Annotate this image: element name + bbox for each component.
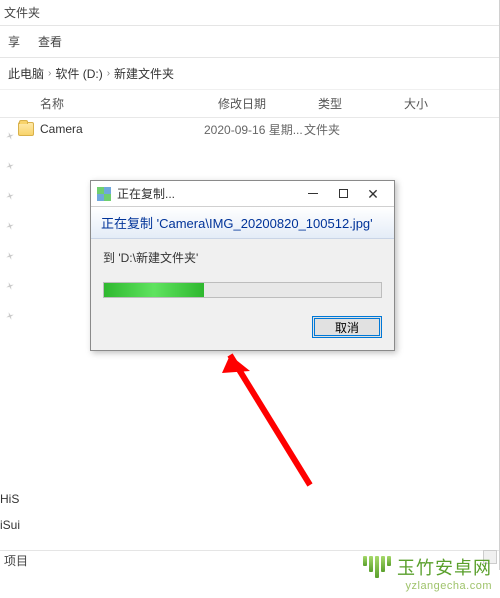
file-date: 2020-09-16 星期... [204, 121, 304, 138]
app-icon [97, 187, 111, 201]
column-headers: 名称 修改日期 类型 大小 [0, 90, 500, 118]
close-button[interactable]: ✕ [358, 184, 388, 204]
maximize-button[interactable] [328, 184, 358, 204]
col-type[interactable]: 类型 [310, 95, 396, 112]
pin-icon [5, 221, 15, 231]
crumb-drive[interactable]: 软件 (D:) [55, 65, 102, 82]
close-icon: ✕ [367, 187, 379, 201]
pin-icon [5, 191, 15, 201]
watermark-url: yzlangecha.com [363, 580, 492, 592]
maximize-icon [339, 189, 348, 198]
minimize-button[interactable] [298, 184, 328, 204]
table-row[interactable]: Camera 2020-09-16 星期... 文件夹 [0, 118, 500, 140]
watermark: 玉竹安卓网 yzlangecha.com [363, 554, 492, 592]
side-label-a[interactable]: HiS [0, 486, 20, 512]
progress-fill [104, 283, 204, 297]
quick-access-pins [6, 132, 14, 320]
sidebar-labels: HiS iSui [0, 486, 20, 538]
tab-share[interactable]: 享 [8, 33, 20, 50]
copy-destination: 到 'D:\新建文件夹' [103, 249, 382, 266]
chevron-right-icon: › [107, 68, 110, 79]
pin-icon [5, 251, 15, 261]
pin-icon [5, 161, 15, 171]
copy-header-file: 'Camera\IMG_20200820_100512.jpg' [157, 216, 373, 231]
cancel-button[interactable]: 取消 [312, 316, 382, 338]
col-size[interactable]: 大小 [396, 95, 456, 112]
watermark-icon [363, 556, 391, 578]
dialog-body: 正在复制 'Camera\IMG_20200820_100512.jpg' 到 … [91, 207, 394, 350]
dialog-titlebar[interactable]: 正在复制... ✕ [91, 181, 394, 207]
file-list: Camera 2020-09-16 星期... 文件夹 [0, 118, 500, 140]
pin-icon [5, 131, 15, 141]
dialog-title: 正在复制... [117, 185, 298, 202]
file-name: Camera [40, 122, 204, 136]
folder-icon [18, 122, 34, 136]
status-items: 项目 [4, 552, 28, 569]
copy-header: 正在复制 'Camera\IMG_20200820_100512.jpg' [91, 207, 394, 239]
breadcrumb[interactable]: 此电脑 › 软件 (D:) › 新建文件夹 [0, 58, 500, 90]
copy-header-prefix: 正在复制 [101, 216, 157, 231]
crumb-folder[interactable]: 新建文件夹 [114, 65, 174, 82]
col-date[interactable]: 修改日期 [210, 95, 310, 112]
progress-bar [103, 282, 382, 298]
minimize-icon [308, 193, 318, 194]
crumb-root[interactable]: 此电脑 [8, 65, 44, 82]
ribbon-tabs: 享 查看 [0, 26, 500, 58]
ribbon-title: 文件夹 [0, 4, 40, 21]
tab-view[interactable]: 查看 [38, 33, 62, 50]
pin-icon [5, 281, 15, 291]
ribbon-top: 文件夹 [0, 0, 500, 26]
pin-icon [5, 311, 15, 321]
copy-dialog: 正在复制... ✕ 正在复制 'Camera\IMG_20200820_1005… [90, 180, 395, 351]
watermark-brand: 玉竹安卓网 [397, 554, 492, 580]
file-type: 文件夹 [304, 121, 390, 138]
side-label-b[interactable]: iSui [0, 512, 20, 538]
chevron-right-icon: › [48, 68, 51, 79]
col-name[interactable]: 名称 [0, 95, 210, 112]
annotation-arrow [160, 335, 320, 495]
